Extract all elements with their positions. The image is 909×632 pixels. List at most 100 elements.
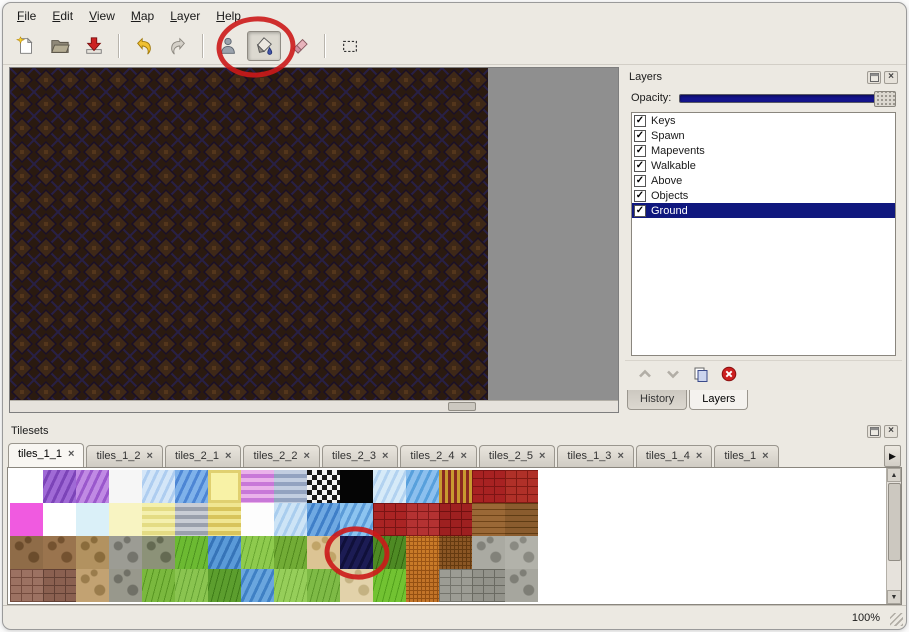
tile-1-8[interactable] [274,503,307,536]
tileset-tab-tiles_2_5[interactable]: tiles_2_5× [479,445,555,467]
horizontal-scrollbar-thumb[interactable] [448,402,476,411]
duplicate-layer-button[interactable] [693,366,709,385]
float-panel-icon[interactable] [867,71,881,84]
tile-0-14[interactable] [472,470,505,503]
close-tab-icon[interactable]: × [460,451,466,462]
tile-2-7[interactable] [241,536,274,569]
tile-1-2[interactable] [76,503,109,536]
menu-item-view[interactable]: View [81,7,123,25]
tile-0-1[interactable] [43,470,76,503]
tileset-tab-tiles_1_4[interactable]: tiles_1_4× [636,445,712,467]
close-tab-icon[interactable]: × [617,451,623,462]
lower-layer-button[interactable] [665,366,681,385]
tile-2-1[interactable] [43,536,76,569]
close-tab-icon[interactable]: × [68,449,74,460]
tile-2-11[interactable] [373,536,406,569]
tile-1-9[interactable] [307,503,340,536]
tile-0-4[interactable] [142,470,175,503]
map-canvas[interactable] [9,67,619,413]
tile-1-15[interactable] [505,503,538,536]
tile-1-11[interactable] [373,503,406,536]
tile-0-2[interactable] [76,470,109,503]
tileset-tab-tiles_1[interactable]: tiles_1× [714,445,778,467]
layer-visibility-checkbox[interactable]: ✓ [634,190,646,202]
tile-3-4[interactable] [142,569,175,602]
tile-2-10[interactable] [340,536,373,569]
raise-layer-button[interactable] [637,366,653,385]
tile-2-0[interactable] [10,536,43,569]
tile-2-15[interactable] [505,536,538,569]
tile-3-3[interactable] [109,569,142,602]
tile-1-4[interactable] [142,503,175,536]
layer-row-mapevents[interactable]: ✓Mapevents [632,143,895,158]
tileset-tab-tiles_1_2[interactable]: tiles_1_2× [86,445,162,467]
delete-layer-button[interactable] [721,366,737,385]
tileset-tab-tiles_2_1[interactable]: tiles_2_1× [165,445,241,467]
tile-1-10[interactable] [340,503,373,536]
tile-1-1[interactable] [43,503,76,536]
tile-3-10[interactable] [340,569,373,602]
tile-2-8[interactable] [274,536,307,569]
vertical-scrollbar[interactable]: ▲ ▼ [886,468,901,604]
tile-3-6[interactable] [208,569,241,602]
vertical-scrollbar-thumb[interactable] [888,483,901,561]
layer-visibility-checkbox[interactable]: ✓ [634,115,646,127]
layer-row-above[interactable]: ✓Above [632,173,895,188]
horizontal-scrollbar[interactable] [10,400,618,412]
tile-1-13[interactable] [439,503,472,536]
menu-item-layer[interactable]: Layer [162,7,208,25]
close-tab-icon[interactable]: × [696,451,702,462]
close-panel-icon[interactable]: × [884,71,898,84]
tileset-tab-tiles_1_3[interactable]: tiles_1_3× [557,445,633,467]
tileset-tab-tiles_2_2[interactable]: tiles_2_2× [243,445,319,467]
tileset-tab-tiles_2_3[interactable]: tiles_2_3× [322,445,398,467]
tile-1-0[interactable] [10,503,43,536]
tab-scroll-right-button[interactable]: ▶ [884,445,901,467]
tile-0-5[interactable] [175,470,208,503]
tile-3-13[interactable] [439,569,472,602]
tile-3-5[interactable] [175,569,208,602]
tile-3-12[interactable] [406,569,439,602]
layer-row-spawn[interactable]: ✓Spawn [632,128,895,143]
layer-row-ground[interactable]: ✓Ground [632,203,895,218]
close-tab-icon[interactable]: × [762,451,768,462]
tile-2-14[interactable] [472,536,505,569]
tile-2-12[interactable] [406,536,439,569]
select-button[interactable] [335,32,365,60]
tile-0-15[interactable] [505,470,538,503]
save-button[interactable] [79,32,109,60]
panel-tab-layers[interactable]: Layers [689,390,748,410]
tile-3-9[interactable] [307,569,340,602]
tile-0-11[interactable] [373,470,406,503]
tileset-tab-tiles_2_4[interactable]: tiles_2_4× [400,445,476,467]
tile-2-4[interactable] [142,536,175,569]
new-button[interactable] [11,32,41,60]
tile-3-8[interactable] [274,569,307,602]
scroll-up-icon[interactable]: ▲ [887,468,901,482]
tile-3-7[interactable] [241,569,274,602]
tile-2-2[interactable] [76,536,109,569]
tile-1-3[interactable] [109,503,142,536]
tile-3-11[interactable] [373,569,406,602]
tile-3-2[interactable] [76,569,109,602]
tile-0-3[interactable] [109,470,142,503]
tile-0-8[interactable] [274,470,307,503]
layer-row-objects[interactable]: ✓Objects [632,188,895,203]
tile-1-6[interactable] [208,503,241,536]
tile-3-0[interactable] [10,569,43,602]
tile-1-7[interactable] [241,503,274,536]
close-tab-icon[interactable]: × [225,451,231,462]
layer-row-keys[interactable]: ✓Keys [632,113,895,128]
float-panel-icon[interactable] [867,425,881,438]
tile-2-9[interactable] [307,536,340,569]
tile-0-0[interactable] [10,470,43,503]
resize-grip-icon[interactable] [890,613,903,626]
tile-2-13[interactable] [439,536,472,569]
tile-1-12[interactable] [406,503,439,536]
layer-row-walkable[interactable]: ✓Walkable [632,158,895,173]
tile-3-1[interactable] [43,569,76,602]
tile-3-15[interactable] [505,569,538,602]
tile-0-12[interactable] [406,470,439,503]
layer-visibility-checkbox[interactable]: ✓ [634,145,646,157]
tile-2-3[interactable] [109,536,142,569]
